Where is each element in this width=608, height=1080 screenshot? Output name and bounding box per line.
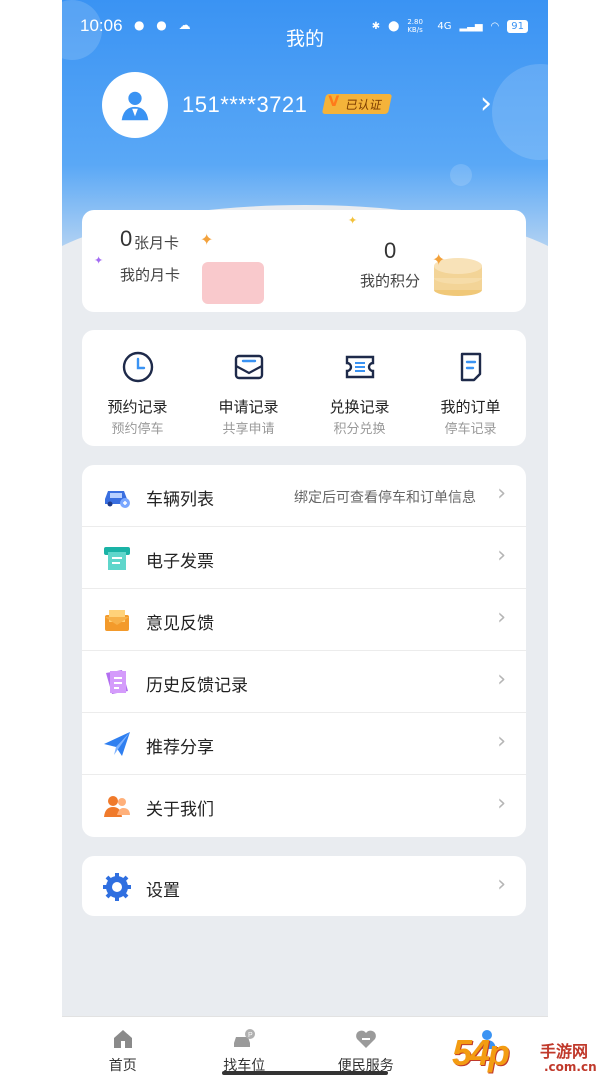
watermark-cn: 手游网 — [540, 1042, 589, 1061]
points-label[interactable]: 我的积分 — [360, 270, 420, 291]
quick-title: 兑换记录 — [329, 398, 390, 416]
decor-bubble — [450, 164, 472, 186]
ticket-icon — [345, 355, 374, 379]
share-icon — [104, 732, 130, 756]
quick-title: 申请记录 — [218, 398, 279, 416]
invoice-icon — [104, 547, 130, 570]
month-card-label[interactable]: 我的月卡 — [120, 264, 180, 285]
watermark-url: .com.cn — [544, 1060, 597, 1074]
car-icon — [105, 491, 130, 508]
quick-title: 预约记录 — [107, 398, 168, 416]
service-icon — [355, 1030, 376, 1048]
history-icon — [106, 670, 128, 694]
sparkle-icon: ✦ — [432, 250, 446, 269]
vip-icon: V — [328, 94, 340, 110]
quick-subtitle: 停车记录 — [444, 422, 497, 437]
menu-list: 车辆列表 绑定后可查看停车和订单信息 › 电子发票 › 意见反馈 › 历史反馈记… — [82, 465, 526, 837]
verified-badge-label: 已认证 — [344, 97, 384, 112]
settings-card: 设置 › — [82, 856, 526, 916]
stats-card: ✦ 0 张月卡 ✦ 我的月卡 ✦ 0 我的积分 ✦ — [82, 210, 526, 312]
sparkle-icon: ✦ — [348, 214, 358, 227]
quick-application-records[interactable]: 申请记录 共享申请 — [193, 330, 304, 446]
home-icon — [113, 1030, 132, 1048]
quick-subtitle: 积分兑换 — [333, 422, 386, 437]
order-icon — [460, 352, 481, 382]
site-watermark-logo: 54p 手游网 .com.cn — [452, 1032, 608, 1080]
menu-item-feedback[interactable]: 意见反馈 › — [82, 589, 526, 651]
month-card-count: 0 — [120, 226, 133, 251]
mail-icon — [234, 354, 263, 380]
menu-label: 设置 — [146, 881, 180, 901]
menu-item-share[interactable]: 推荐分享 › — [82, 713, 526, 775]
month-card-illustration — [202, 262, 264, 304]
chevron-right-icon: › — [497, 543, 506, 568]
verified-badge: V 已认证 — [321, 94, 393, 114]
menu-item-vehicle-list[interactable]: 车辆列表 绑定后可查看停车和订单信息 › — [82, 465, 526, 527]
user-icon — [121, 91, 149, 121]
menu-item-settings[interactable]: 设置 › — [82, 856, 526, 916]
tab-home[interactable]: 首页 — [62, 1017, 184, 1080]
menu-label: 意见反馈 — [146, 614, 214, 634]
menu-item-e-invoice[interactable]: 电子发票 › — [82, 527, 526, 589]
quick-actions: 预约记录 预约停车 申请记录 共享申请 兑换记录 积分兑换 我的订单 停车记录 — [82, 330, 526, 446]
home-indicator[interactable] — [222, 1071, 388, 1075]
phone-screen: 10:06 ● ● ☁ ✱ ⬤ 2.80 KB/s 4G ▂▃▅ ◠ 91 我的… — [62, 0, 548, 1080]
svg-text:P: P — [248, 1032, 253, 1039]
menu-label: 关于我们 — [146, 800, 214, 820]
quick-exchange-records[interactable]: 兑换记录 积分兑换 — [304, 330, 415, 446]
quick-subtitle: 共享申请 — [222, 422, 275, 437]
avatar[interactable] — [102, 72, 168, 138]
menu-label: 车辆列表 — [146, 490, 214, 510]
page-title: 我的 — [285, 28, 324, 50]
tab-label: 首页 — [108, 1058, 137, 1074]
menu-label: 电子发票 — [146, 552, 214, 572]
about-icon — [104, 796, 130, 817]
menu-item-about-us[interactable]: 关于我们 › — [82, 775, 526, 837]
sparkle-icon: ✦ — [200, 230, 214, 249]
month-card-unit: 张月卡 — [134, 234, 180, 252]
points-value: 0 — [384, 238, 397, 263]
menu-label: 推荐分享 — [146, 738, 214, 758]
watermark-main: 54p — [452, 1032, 510, 1073]
gear-icon — [103, 873, 131, 901]
menu-hint: 绑定后可查看停车和订单信息 — [294, 490, 476, 506]
sparkle-icon: ✦ — [94, 254, 104, 267]
quick-reservation-records[interactable]: 预约记录 预约停车 — [82, 330, 193, 446]
chevron-right-icon: › — [497, 605, 506, 630]
chevron-right-icon: › — [497, 872, 506, 897]
menu-item-feedback-history[interactable]: 历史反馈记录 › — [82, 651, 526, 713]
user-phone: 151****3721 — [182, 92, 308, 117]
feedback-icon — [105, 610, 129, 631]
menu-label: 历史反馈记录 — [146, 676, 248, 696]
chevron-right-icon: › — [497, 791, 506, 816]
quick-subtitle: 预约停车 — [111, 422, 164, 437]
chevron-right-icon: › — [497, 729, 506, 754]
chevron-right-icon: › — [497, 667, 506, 692]
clock-icon — [122, 351, 153, 383]
parking-icon: P — [234, 1029, 256, 1047]
chevron-right-icon: › — [497, 481, 506, 506]
profile-arrow-icon[interactable]: › — [480, 86, 492, 121]
quick-title: 我的订单 — [440, 398, 501, 416]
quick-my-orders[interactable]: 我的订单 停车记录 — [415, 330, 526, 446]
